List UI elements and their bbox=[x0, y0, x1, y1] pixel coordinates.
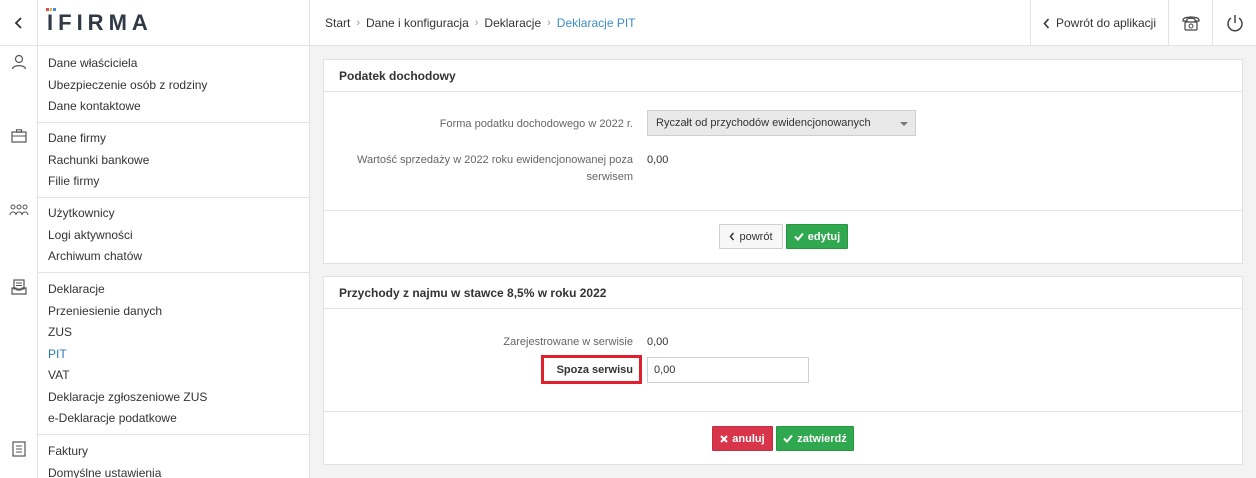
caret-down-icon bbox=[900, 122, 908, 126]
sidebar-item-owner-data[interactable]: Dane właściciela bbox=[48, 53, 310, 75]
back-to-app-button[interactable]: Powrót do aplikacji bbox=[1030, 0, 1168, 46]
cancel-button[interactable]: anuluj bbox=[712, 426, 773, 451]
logo-color-bars bbox=[46, 7, 57, 11]
outside-service-input[interactable]: 0,00 bbox=[647, 357, 809, 383]
check-icon bbox=[794, 232, 804, 241]
chevron-left-icon bbox=[729, 232, 735, 241]
sales-value: 0,00 bbox=[647, 154, 669, 166]
check-icon bbox=[783, 434, 794, 443]
sidebar-item-users[interactable]: Użytkownicy bbox=[48, 203, 310, 225]
sales-value-label-line2: serwisem bbox=[586, 171, 633, 183]
panel-divider bbox=[324, 411, 1242, 412]
breadcrumb-declarations[interactable]: Deklaracje bbox=[484, 16, 541, 30]
outside-service-value: 0,00 bbox=[654, 364, 676, 376]
cancel-button-label: anuluj bbox=[732, 432, 765, 445]
power-icon bbox=[1226, 15, 1243, 32]
sidebar-item-bank-accounts[interactable]: Rachunki bankowe bbox=[48, 150, 310, 172]
sidebar-item-zus[interactable]: ZUS bbox=[48, 322, 310, 344]
breadcrumb-separator-icon: › bbox=[356, 17, 361, 29]
sidebar-item-contact-data[interactable]: Dane kontaktowe bbox=[48, 96, 310, 118]
sidebar-item-chat-archive[interactable]: Archiwum chatów bbox=[48, 246, 310, 268]
menu-group-company: Dane firmy Rachunki bankowe Filie firmy bbox=[38, 122, 310, 198]
close-icon bbox=[720, 434, 729, 443]
back-button[interactable]: powrót bbox=[719, 224, 783, 249]
registered-value: 0,00 bbox=[647, 336, 669, 348]
tax-form-label: Forma podatku dochodowego w 2022 r. bbox=[439, 118, 633, 130]
sidebar-item-activity-logs[interactable]: Logi aktywności bbox=[48, 225, 310, 247]
sales-value-label-line1: Wartość sprzedaży w 2022 roku ewidencjon… bbox=[357, 154, 633, 166]
breadcrumb-config[interactable]: Dane i konfiguracja bbox=[366, 16, 469, 30]
chevron-left-icon bbox=[1043, 17, 1050, 29]
registered-label: Zarejestrowane w serwisie bbox=[503, 336, 633, 348]
menu-group-users: Użytkownicy Logi aktywności Archiwum cha… bbox=[38, 197, 310, 273]
sidebar-item-data-transfer[interactable]: Przeniesienie danych bbox=[48, 301, 310, 323]
sidebar-item-zus-registration[interactable]: Deklaracje zgłoszeniowe ZUS bbox=[48, 387, 310, 409]
breadcrumb-current: Deklaracje PIT bbox=[556, 16, 636, 30]
sidebar-item-vat[interactable]: VAT bbox=[48, 365, 310, 387]
logo-text: I FIRMA bbox=[46, 7, 153, 35]
back-to-app-label: Powrót do aplikacji bbox=[1055, 16, 1157, 30]
panel-divider bbox=[324, 210, 1242, 211]
sidebar-item-family-insurance[interactable]: Ubezpieczenie osób z rodziny bbox=[48, 75, 310, 97]
outside-service-label-highlight: Spoza serwisu bbox=[541, 355, 642, 384]
income-tax-panel: Podatek dochodowy Forma podatku dochodow… bbox=[323, 59, 1243, 264]
menu-group-owner: Dane właściciela Ubezpieczenie osób z ro… bbox=[38, 47, 310, 123]
sidebar-item-invoices[interactable]: Faktury bbox=[48, 441, 310, 463]
sales-value-label: Wartość sprzedaży w 2022 roku ewidencjon… bbox=[324, 152, 633, 186]
chevron-left-icon bbox=[14, 16, 22, 29]
sidebar-item-pit[interactable]: PIT bbox=[48, 344, 310, 366]
rental-income-title: Przychody z najmu w stawce 8,5% w roku 2… bbox=[324, 277, 1242, 309]
sidebar-item-e-declarations[interactable]: e-Deklaracje podatkowe bbox=[48, 408, 310, 430]
sidebar-item-declarations[interactable]: Deklaracje bbox=[48, 279, 310, 301]
icon-rail bbox=[0, 0, 38, 478]
logout-button[interactable] bbox=[1212, 0, 1256, 46]
sidebar-item-branches[interactable]: Filie firmy bbox=[48, 171, 310, 193]
sidebar-item-default-settings[interactable]: Domyślne ustawienia bbox=[48, 463, 310, 478]
menu-group-declarations: Deklaracje Przeniesienie danych ZUS PIT … bbox=[38, 273, 310, 435]
outside-service-label: Spoza serwisu bbox=[556, 363, 633, 376]
edit-button[interactable]: edytuj bbox=[786, 224, 848, 249]
breadcrumb-separator-icon: › bbox=[547, 17, 551, 29]
user-icon bbox=[0, 54, 38, 70]
sidebar-menu: I FIRMA Dane właściciela Ubezpieczenie os… bbox=[38, 0, 310, 478]
edit-button-label: edytuj bbox=[807, 230, 841, 243]
menu-group-invoices: Faktury Domyślne ustawienia bbox=[38, 435, 310, 478]
ifirma-logo[interactable]: I FIRMA bbox=[38, 0, 309, 46]
confirm-button-label: zatwierdź bbox=[797, 432, 847, 445]
breadcrumb-start[interactable]: Start bbox=[325, 16, 350, 30]
income-tax-title: Podatek dochodowy bbox=[324, 60, 1242, 92]
invoice-icon bbox=[0, 441, 38, 457]
breadcrumb-separator-icon: › bbox=[474, 17, 479, 29]
breadcrumb: Start › Dane i konfiguracja › Deklaracje… bbox=[325, 0, 636, 46]
top-bar: Start › Dane i konfiguracja › Deklaracje… bbox=[310, 0, 1256, 46]
back-button-label: powrót bbox=[739, 230, 773, 243]
phone-button[interactable] bbox=[1168, 0, 1212, 46]
rental-income-panel: Przychody z najmu w stawce 8,5% w roku 2… bbox=[323, 276, 1243, 465]
confirm-button[interactable]: zatwierdź bbox=[776, 426, 854, 451]
tax-form-select[interactable]: Ryczałt od przychodów ewidencjonowanych bbox=[647, 110, 916, 136]
sidebar-item-company-data[interactable]: Dane firmy bbox=[48, 128, 310, 150]
declarations-icon bbox=[0, 279, 38, 295]
briefcase-icon bbox=[0, 129, 38, 143]
collapse-button[interactable] bbox=[0, 0, 37, 46]
tax-form-value: Ryczałt od przychodów ewidencjonowanych bbox=[656, 117, 871, 129]
phone-icon bbox=[1181, 16, 1200, 31]
top-actions: Powrót do aplikacji bbox=[1030, 0, 1256, 46]
users-icon bbox=[0, 204, 38, 216]
